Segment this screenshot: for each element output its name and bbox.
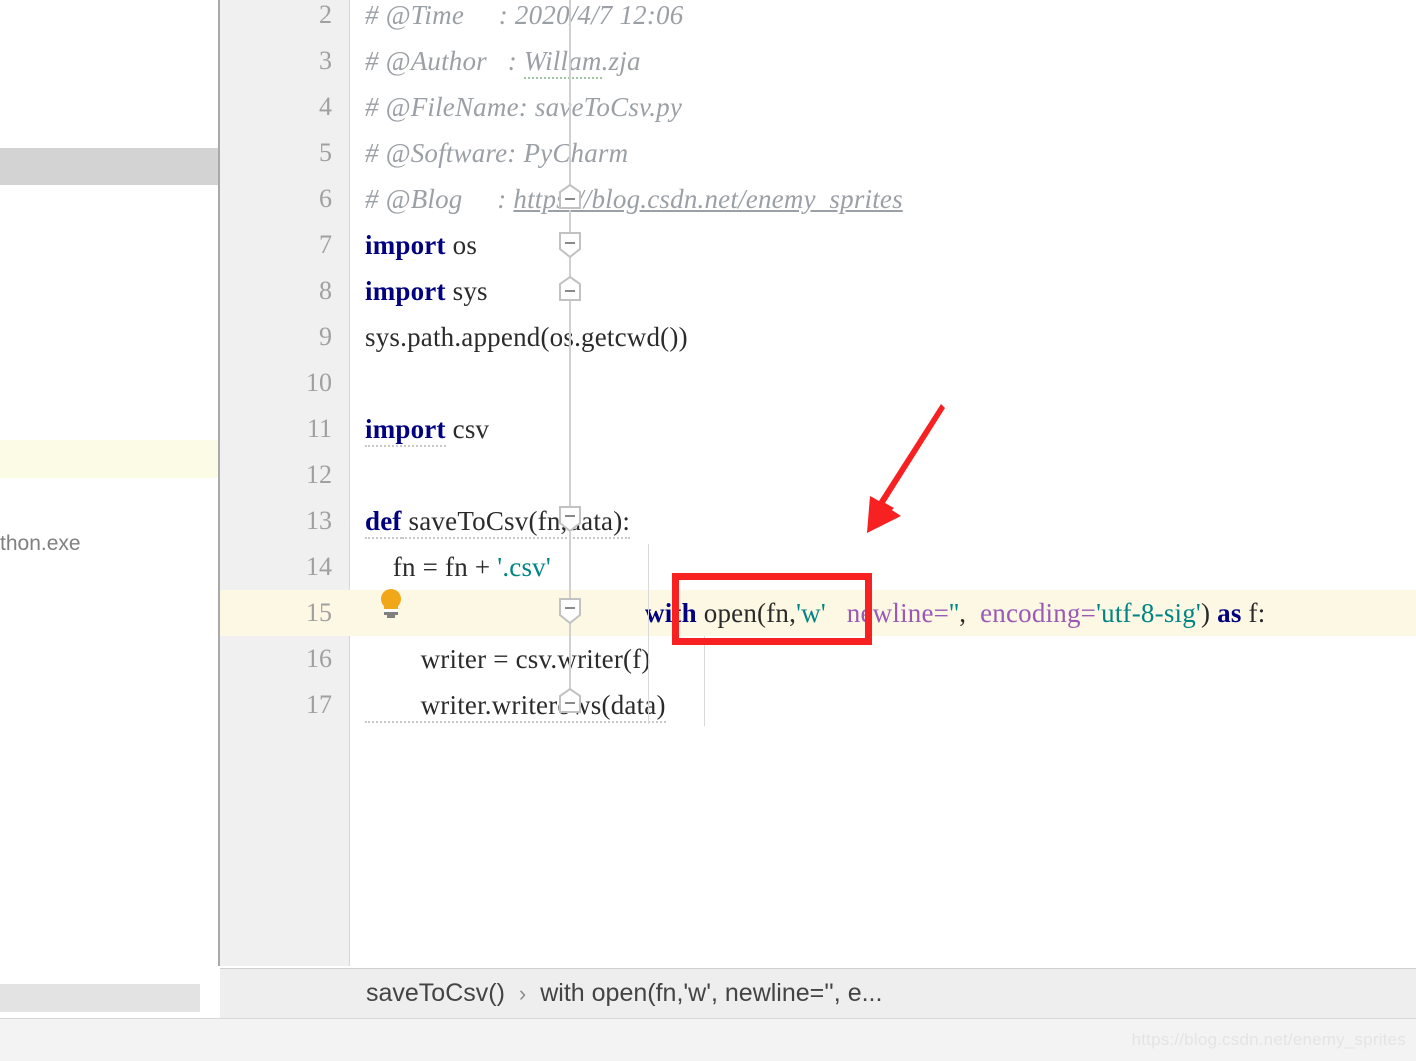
function-signature: saveToCsv(fn,data):	[401, 506, 631, 539]
line-content: sys.path.append(os.getcwd())	[365, 314, 688, 360]
comment-key: # @Time :	[365, 0, 515, 30]
code-line[interactable]: 12	[220, 452, 1416, 498]
line-content: # @Author : Willam.zja	[365, 38, 641, 84]
line-number: 7	[319, 230, 332, 259]
left-panel-highlight-row[interactable]	[0, 440, 218, 478]
breadcrumb[interactable]: saveToCsv() › with open(fn,'w', newline=…	[220, 968, 1416, 1018]
module-name: os	[445, 230, 478, 260]
line-content: writer = csv.writer(f)	[365, 636, 651, 682]
comment-value: 2020/4/7 12:06	[514, 0, 684, 30]
keyword-import: import	[365, 414, 446, 447]
left-panel-interpreter-path: thon.exe	[0, 532, 81, 555]
code-line[interactable]: 5 # @Software: PyCharm	[220, 130, 1416, 176]
code-line[interactable]: 13 def saveToCsv(fn,data):	[220, 498, 1416, 544]
code-line[interactable]: 11 import csv	[220, 406, 1416, 452]
fold-collapse-icon[interactable]	[558, 688, 582, 713]
breadcrumb-item-statement[interactable]: with open(fn,'w', newline='', e...	[540, 979, 882, 1008]
fold-collapse-icon[interactable]	[558, 598, 582, 624]
line-content: # @FileName: saveToCsv.py	[365, 84, 682, 130]
watermark-text: https://blog.csdn.net/enemy_sprites	[1131, 1030, 1406, 1049]
comment-key: # @Blog :	[365, 184, 514, 214]
left-tool-panel[interactable]: thon.exe	[0, 0, 218, 1018]
code-line[interactable]: 8 import sys	[220, 268, 1416, 314]
module-name: csv	[445, 414, 490, 444]
line-content: writer.writerows(data)	[365, 682, 666, 728]
string-encoding: 'utf-8-sig'	[1096, 598, 1201, 628]
kwarg-encoding: encoding=	[980, 598, 1097, 628]
code-line[interactable]: 4 # @FileName: saveToCsv.py	[220, 84, 1416, 130]
code-line[interactable]: 3 # @Author : Willam.zja	[220, 38, 1416, 84]
line-number: 8	[319, 276, 332, 305]
module-name: sys	[445, 276, 488, 306]
code-editor[interactable]: 2 # @Time : 2020/4/7 12:06 3 # @Author :…	[218, 0, 1416, 966]
code-line[interactable]: 6 # @Blog : https://blog.csdn.net/enemy_…	[220, 176, 1416, 222]
string-empty: ''	[949, 598, 960, 628]
line-number: 10	[306, 368, 332, 397]
code-line[interactable]: 9 sys.path.append(os.getcwd())	[220, 314, 1416, 360]
line-number: 12	[306, 460, 332, 489]
line-number: 17	[306, 690, 332, 719]
line-number: 13	[306, 506, 332, 535]
code-line[interactable]: 17 writer.writerows(data)	[220, 682, 1416, 728]
paren-close: )	[1201, 598, 1211, 628]
fold-collapse-icon[interactable]	[558, 506, 582, 532]
line-number: 11	[306, 414, 332, 443]
fold-collapse-icon[interactable]	[558, 276, 582, 301]
alias-f: f:	[1241, 598, 1266, 628]
indent-guide	[704, 636, 705, 726]
chevron-right-icon: ›	[518, 980, 527, 1006]
breadcrumb-item-function[interactable]: saveToCsv()	[220, 979, 505, 1008]
line-content: import sys	[365, 268, 488, 314]
line-number: 3	[319, 46, 332, 75]
fold-collapse-icon[interactable]	[558, 232, 582, 258]
expression: writer.writerows(data)	[365, 690, 666, 723]
indent-guide	[648, 544, 649, 724]
keyword-import: import	[365, 230, 446, 260]
fold-collapse-icon[interactable]	[558, 184, 582, 209]
fold-connector	[569, 300, 571, 510]
line-content: # @Software: PyCharm	[365, 130, 628, 176]
annotation-arrow-icon	[845, 400, 985, 550]
keyword-def: def	[365, 506, 402, 539]
comment-key: # @Software:	[365, 138, 524, 168]
comment-key: # @FileName:	[365, 92, 535, 122]
string-literal: '.csv'	[497, 552, 551, 582]
line-number: 14	[306, 552, 332, 581]
code-line[interactable]: 7 import os	[220, 222, 1416, 268]
line-content: import csv	[365, 406, 489, 452]
comment-key: # @Author :	[365, 46, 524, 76]
keyword-as: as	[1217, 598, 1242, 628]
line-number: 5	[319, 138, 332, 167]
annotation-highlight-box	[672, 573, 872, 645]
line-content: # @Blog : https://blog.csdn.net/enemy_sp…	[365, 176, 903, 222]
lightbulb-icon[interactable]	[378, 588, 404, 618]
line-number: 15	[306, 598, 332, 627]
comment-value-typo: Willam	[523, 46, 602, 79]
comment-value: saveToCsv.py	[534, 92, 683, 122]
line-number: 2	[319, 0, 332, 29]
line-number: 16	[306, 644, 332, 673]
line-content: fn = fn + '.csv'	[365, 544, 551, 590]
fold-connector	[569, 0, 571, 186]
left-panel-bottom-band	[0, 984, 200, 1012]
keyword-import: import	[365, 276, 446, 306]
assignment: writer = csv.writer(f)	[365, 644, 651, 674]
line-number: 6	[319, 184, 332, 213]
line-number: 9	[319, 322, 332, 351]
line-content: import os	[365, 222, 477, 268]
code-line[interactable]: 2 # @Time : 2020/4/7 12:06	[220, 0, 1416, 38]
comment-value-rest: .zja	[601, 46, 641, 76]
left-panel-selected-row[interactable]	[0, 148, 218, 185]
line-number: 4	[319, 92, 332, 121]
assignment: fn = fn +	[365, 552, 498, 582]
comment-value: PyCharm	[523, 138, 629, 168]
expression: sys.path.append(os.getcwd())	[365, 322, 688, 352]
code-text-area[interactable]: 2 # @Time : 2020/4/7 12:06 3 # @Author :…	[220, 0, 1416, 966]
line-content: # @Time : 2020/4/7 12:06	[365, 0, 683, 38]
code-line[interactable]: 10	[220, 360, 1416, 406]
line-content: def saveToCsv(fn,data):	[365, 498, 631, 544]
